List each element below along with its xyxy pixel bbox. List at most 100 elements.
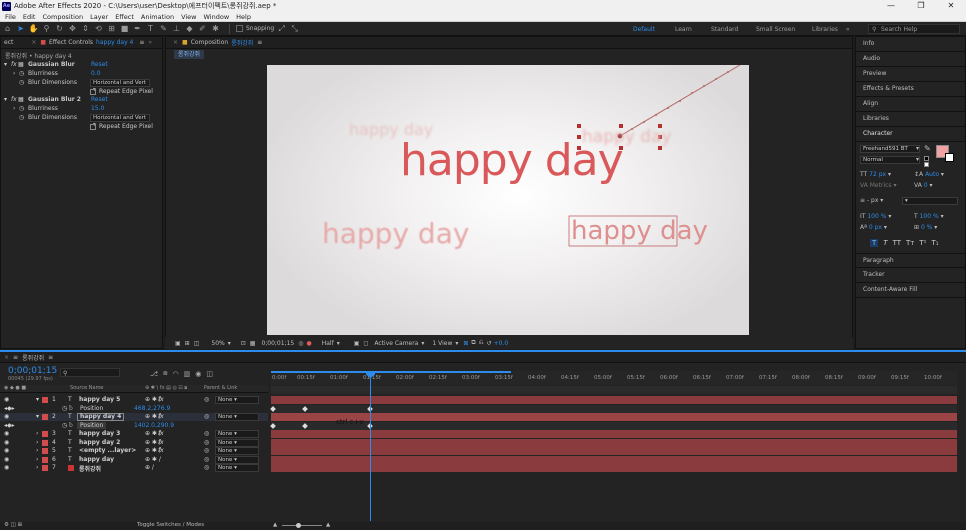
tsume-field[interactable]: ⊞ 0 % ▾ (914, 224, 937, 231)
visibility-eye-icon[interactable]: ◉ (4, 439, 9, 446)
maximize-button[interactable]: ❐ (906, 0, 936, 12)
menu-edit[interactable]: Edit (23, 13, 36, 21)
eyedropper-icon[interactable]: ✎ (924, 144, 931, 153)
layer-bar[interactable] (271, 396, 957, 404)
blurriness-value[interactable]: 15.0 (91, 105, 104, 112)
parent-select[interactable]: None ▾ (215, 438, 259, 447)
visibility-eye-icon[interactable]: ◉ (4, 464, 9, 471)
orbit-tool-icon[interactable]: ↻ (54, 23, 65, 34)
layer-bar[interactable] (271, 438, 957, 447)
work-area-bar[interactable] (271, 371, 511, 373)
puppet-tool-icon[interactable]: ✱ (210, 23, 221, 34)
effect-gaussian-blur[interactable]: ▾ fx ▦ Gaussian Blur Reset (1, 61, 162, 69)
visibility-eye-icon[interactable]: ◉ (4, 396, 9, 403)
menu-view[interactable]: View (181, 13, 196, 21)
subscript-button[interactable]: T₁ (931, 239, 938, 247)
parent-pickwhip-icon[interactable]: ◎ (204, 447, 209, 454)
visibility-eye-icon[interactable]: ◉ (4, 430, 9, 437)
mask-toggle-icon[interactable]: ◫ (194, 340, 200, 347)
transparency-grid-icon[interactable]: ▦ (250, 340, 256, 347)
brush-tool-icon[interactable]: ✎ (158, 23, 169, 34)
twirl-closed-icon[interactable]: › (36, 464, 38, 471)
layer-name[interactable]: happy day (79, 456, 114, 463)
fx-icon[interactable]: fx (158, 439, 164, 446)
workspace-standard[interactable]: Standard (711, 26, 738, 33)
twirl-open-icon[interactable]: ▾ (4, 96, 7, 103)
menu-window[interactable]: Window (204, 13, 230, 21)
info-panel-tab[interactable]: Info (856, 37, 966, 52)
panel-menu-icon[interactable]: ≡ (139, 39, 144, 46)
menu-animation[interactable]: Animation (141, 13, 174, 21)
resolution-select[interactable]: Half (322, 340, 334, 347)
home-icon[interactable]: ⌂ (2, 23, 13, 34)
layer-row[interactable]: ◉ › 4 T happy day 2 ⊕ ✱ / fx ◎ None ▾ (0, 438, 268, 447)
effect-controls-tab[interactable]: Effect Controls (49, 39, 93, 46)
font-size-field[interactable]: TT 72 px ▾ (860, 171, 891, 178)
stopwatch-icon[interactable]: ◷ (19, 114, 24, 121)
menu-file[interactable]: File (5, 13, 16, 21)
comp-flowchart-icon[interactable]: ⎇ (150, 370, 158, 378)
camera-select[interactable]: Active Camera (374, 340, 418, 347)
layer-bar[interactable] (271, 455, 957, 464)
twirl-open-icon[interactable]: ▾ (36, 413, 39, 420)
white-swatch[interactable] (924, 162, 929, 167)
happy-day-text-selected[interactable]: happy day (571, 216, 708, 246)
all-caps-button[interactable]: TT (893, 239, 901, 247)
workspace-learn[interactable]: Learn (675, 26, 692, 33)
layer-row[interactable]: ◉ › 5 T <empty ...layer> ⊕ ✱ / fx ◎ None… (0, 447, 268, 455)
twirl-closed-icon[interactable]: › (36, 430, 38, 437)
comp-subtab[interactable]: 롱쥐강쥐 (174, 50, 205, 59)
pan-tool-icon[interactable]: ✥ (67, 23, 78, 34)
position-value[interactable]: 468.2,276.9 (134, 405, 170, 412)
leading-field[interactable]: ↕A Auto ▾ (914, 171, 944, 178)
snapshot-icon[interactable]: ◎ (298, 340, 303, 347)
snap-option2-icon[interactable]: ⤡ (289, 23, 300, 34)
repeat-edge-checkbox[interactable] (90, 124, 96, 130)
twirl-closed-icon[interactable]: › (13, 70, 15, 77)
graph-editor-icon[interactable]: ◫ (206, 370, 213, 378)
layer-bar[interactable] (271, 464, 957, 472)
workspace-small-screen[interactable]: Small Screen (756, 26, 795, 33)
layer-row-selected[interactable]: ◉ ▾ 2 T happy day 4 ⊕ ✱ / fx ◎ None ▾ (0, 413, 268, 421)
stroke-width-field[interactable]: ≡ - px ▾ (860, 197, 883, 204)
exposure-reset-icon[interactable]: ↺ (487, 340, 492, 347)
property-row[interactable]: ◂◆▸ ◷ ƀ Position 1402.0,290.9 (0, 421, 268, 430)
visibility-eye-icon[interactable]: ◉ (4, 447, 9, 454)
flowchart-icon[interactable]: ⎌ (479, 339, 484, 347)
parent-select[interactable]: None ▾ (215, 396, 259, 404)
tracking-field[interactable]: VA 0 ▾ (914, 182, 933, 189)
region-of-interest-icon[interactable]: ◻ (363, 340, 368, 347)
twirl-closed-icon[interactable]: › (36, 439, 38, 446)
visibility-eye-icon[interactable]: ◉ (4, 413, 9, 420)
workspace-default[interactable]: Default (633, 26, 655, 33)
layer-row[interactable]: ◉ › 7 롱쥐강쥐 ⊕ / ◎ None ▾ (0, 464, 268, 473)
effects-presets-panel-tab[interactable]: Effects & Presets (856, 82, 966, 97)
workspace-libraries[interactable]: Libraries (812, 26, 838, 33)
blur-dimensions-select[interactable]: Horizontal and Vert ▾ (90, 114, 150, 128)
twirl-closed-icon[interactable]: › (36, 456, 38, 463)
draft-3d-icon[interactable]: ⧈ (163, 369, 167, 378)
superscript-button[interactable]: T¹ (919, 239, 926, 247)
close-button[interactable]: ✕ (936, 0, 966, 12)
parent-select[interactable]: None ▾ (215, 447, 259, 455)
clone-stamp-tool-icon[interactable]: ⊥ (171, 23, 182, 34)
stopwatch-icon[interactable]: ◷ (19, 70, 24, 77)
composition-tab-name[interactable]: 롱쥐강쥐 (231, 38, 253, 47)
view-layout-select[interactable]: 1 View (432, 340, 452, 347)
panel-menu-icon[interactable]: ≡ (257, 39, 262, 46)
rotate-tool-icon[interactable]: ⟲ (93, 23, 104, 34)
shy-icon[interactable]: ◠ (173, 370, 179, 378)
zoom-slider-thumb[interactable] (296, 523, 301, 528)
current-time-indicator[interactable] (370, 371, 371, 521)
font-style-select[interactable]: Normal (860, 156, 920, 164)
dolly-tool-icon[interactable]: ⇕ (80, 23, 91, 34)
font-dropdown-icon[interactable]: ▾ (916, 145, 919, 152)
current-time-display[interactable]: 0;00;01;15 (261, 340, 294, 347)
3d-view-icon[interactable]: ⧉ (471, 339, 475, 347)
happy-day-text-motion[interactable]: happy day (582, 127, 672, 147)
parent-pickwhip-icon[interactable]: ◎ (204, 396, 209, 403)
parent-select[interactable]: None ▾ (215, 413, 259, 421)
snapping-checkbox[interactable] (236, 25, 243, 32)
label-color-icon[interactable] (42, 431, 48, 437)
style-dropdown-icon[interactable]: ▾ (916, 156, 919, 163)
